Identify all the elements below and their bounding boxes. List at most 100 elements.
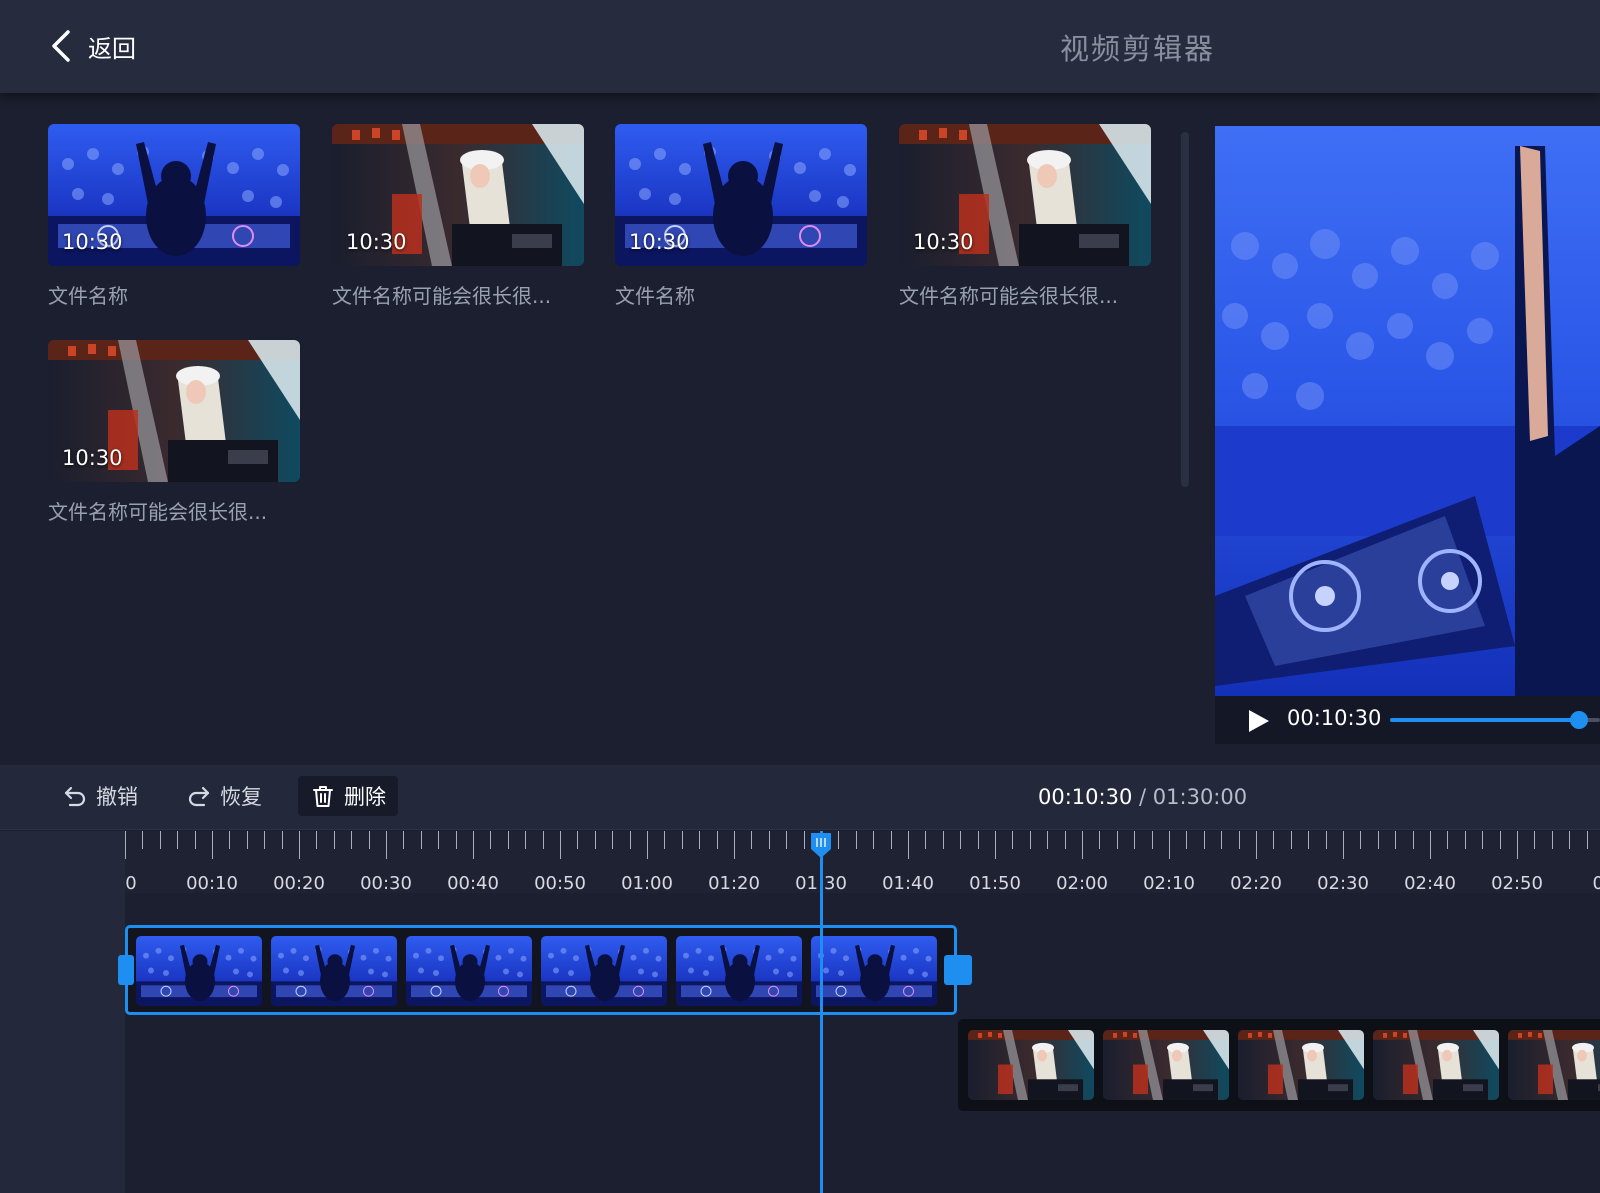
library-clip[interactable]: 10:30 文件名称可能会很长很...: [899, 124, 1151, 309]
ruler-tick: [1099, 831, 1100, 849]
ruler-tick: [1517, 831, 1518, 859]
undo-button[interactable]: 撤销: [50, 776, 150, 816]
library-scrollbar[interactable]: [1181, 132, 1189, 487]
clip-duration: 10:30: [913, 230, 974, 254]
clip-name: 文件名称: [48, 284, 128, 308]
ruler-tick: [125, 831, 126, 859]
clip-duration: 10:30: [62, 446, 123, 470]
ruler-tick: [995, 831, 996, 859]
ruler-tick: [804, 831, 805, 849]
clip-duration: 10:30: [629, 230, 690, 254]
clip-frame: [1508, 1030, 1600, 1100]
ruler-tick: [1378, 831, 1379, 849]
media-library: 10:30 文件名称 10:30 文件名称可能会很长很... 10:30 文件名…: [0, 93, 1172, 765]
ruler-label: 02:00: [1056, 873, 1108, 894]
redo-button[interactable]: 恢复: [174, 776, 274, 816]
preview-time: 00:10:30: [1287, 706, 1382, 730]
trash-icon: [313, 786, 333, 807]
clip-frame: [1103, 1030, 1229, 1100]
ruler-tick: [1534, 831, 1535, 849]
time-separator: /: [1139, 785, 1147, 809]
library-clip[interactable]: 10:30 文件名称: [615, 124, 867, 309]
ruler-tick: [299, 831, 300, 859]
clip-name: 文件名称可能会很长很...: [48, 500, 268, 524]
ruler-tick: [195, 831, 196, 849]
timecode-display: 00:10:30 / 01:30:00: [1038, 785, 1247, 809]
time-ruler[interactable]: 000:1000:2000:3000:4000:5001:0001:2001:3…: [125, 831, 1600, 894]
ruler-tick: [943, 831, 944, 849]
clip-thumbnail[interactable]: 10:30: [332, 124, 584, 266]
ruler-tick: [978, 831, 979, 849]
delete-label: 删除: [344, 785, 386, 809]
ruler-tick: [229, 831, 230, 849]
clip-frame: [968, 1030, 1094, 1100]
timeline[interactable]: 000:1000:2000:3000:4000:5001:0001:2001:3…: [0, 831, 1600, 1193]
ruler-tick: [177, 831, 178, 849]
clip-frame: [271, 936, 397, 1006]
ruler-tick: [751, 831, 752, 849]
clip-frame: [1238, 1030, 1364, 1100]
ruler-tick: [1030, 831, 1031, 849]
ruler-tick: [1360, 831, 1361, 849]
ruler-tick: [717, 831, 718, 849]
ruler-tick: [664, 831, 665, 849]
play-icon[interactable]: [1245, 708, 1271, 734]
ruler-tick: [247, 831, 248, 849]
timeline-clip-selected[interactable]: [118, 925, 972, 1015]
clip-thumbnail[interactable]: 10:30: [615, 124, 867, 266]
ruler-tick: [264, 831, 265, 849]
undo-label: 撤销: [96, 785, 138, 809]
ruler-label: 03: [1592, 873, 1600, 894]
total-time: 01:30:00: [1152, 785, 1248, 809]
video-preview[interactable]: [1215, 126, 1600, 696]
library-clip[interactable]: 10:30 文件名称: [48, 124, 300, 309]
clip-thumbnail[interactable]: 10:30: [48, 340, 300, 482]
ruler-label: 02:20: [1230, 873, 1282, 894]
ruler-tick: [1065, 831, 1066, 849]
ruler-tick: [456, 831, 457, 849]
clip-thumbnail[interactable]: 10:30: [899, 124, 1151, 266]
preview-seek-knob[interactable]: [1570, 711, 1588, 729]
back-label: 返回: [88, 34, 136, 63]
trim-handle-left[interactable]: [118, 955, 134, 985]
ruler-label: 00:50: [534, 873, 586, 894]
back-button[interactable]: 返回: [48, 26, 136, 66]
ruler-tick: [595, 831, 596, 849]
timeline-clip[interactable]: [958, 1019, 1600, 1111]
ruler-tick: [1326, 831, 1327, 849]
clip-name: 文件名称可能会很长很...: [332, 284, 552, 308]
ruler-tick: [160, 831, 161, 849]
ruler-tick: [960, 831, 961, 849]
ruler-tick: [873, 831, 874, 849]
ruler-tick: [1413, 831, 1414, 849]
ruler-tick: [473, 831, 474, 859]
ruler-tick: [1186, 831, 1187, 849]
ruler-tick: [508, 831, 509, 849]
playhead-line: [820, 831, 823, 1193]
trim-handle-right[interactable]: [944, 955, 972, 985]
ruler-tick: [543, 831, 544, 849]
library-clip[interactable]: 10:30 文件名称可能会很长很...: [332, 124, 584, 309]
ruler-tick: [856, 831, 857, 849]
preview-seek-bar[interactable]: [1390, 711, 1600, 729]
ruler-tick: [838, 831, 839, 849]
delete-button[interactable]: 删除: [298, 776, 398, 816]
ruler-tick: [734, 831, 735, 859]
ruler-label: 01:00: [621, 873, 673, 894]
ruler-tick: [1395, 831, 1396, 849]
ruler-tick: [1152, 831, 1153, 849]
ruler-tick: [1169, 831, 1170, 859]
ruler-tick: [212, 831, 213, 859]
ruler-tick: [1204, 831, 1205, 849]
ruler-tick: [334, 831, 335, 849]
ruler-tick: [1117, 831, 1118, 849]
ruler-tick: [1552, 831, 1553, 849]
clip-thumbnail[interactable]: 10:30: [48, 124, 300, 266]
ruler-tick: [786, 831, 787, 849]
redo-icon: [188, 786, 210, 807]
playhead-handle[interactable]: [809, 831, 833, 859]
ruler-label: 00:40: [447, 873, 499, 894]
library-clip[interactable]: 10:30 文件名称可能会很长很...: [48, 340, 300, 525]
ruler-tick: [490, 831, 491, 849]
ruler-tick: [1482, 831, 1483, 849]
